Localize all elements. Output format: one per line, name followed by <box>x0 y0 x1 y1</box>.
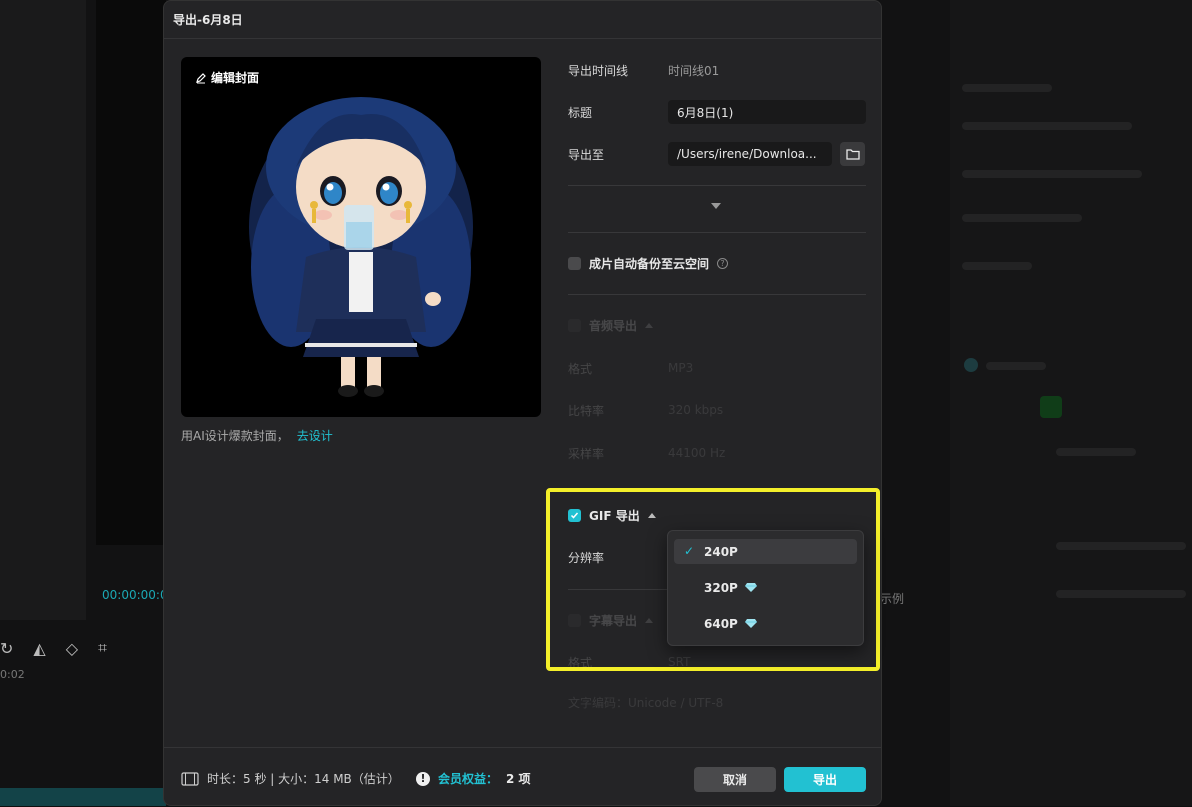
audio-sample-row: 采样率 44100 Hz <box>568 444 866 462</box>
pencil-icon <box>195 72 207 84</box>
audio-export-header: 音频导出 <box>568 317 866 333</box>
caret-up-icon <box>645 323 653 328</box>
edit-cover-button[interactable]: 编辑封面 <box>195 69 259 86</box>
panel-placeholder <box>962 84 1052 92</box>
folder-button[interactable] <box>840 142 865 166</box>
audio-format-value[interactable]: MP3 <box>668 361 693 375</box>
cover-preview[interactable]: 编辑封面 <box>181 57 541 417</box>
timeline-ruler-label: 0:02 <box>0 668 25 681</box>
timeline-value: 时间线01 <box>668 62 719 79</box>
alert-icon: ! <box>416 772 430 786</box>
audio-format-label: 格式 <box>568 360 668 377</box>
member-label: 会员权益： <box>438 770 498 787</box>
properties-panel <box>950 0 1192 806</box>
timeline-label: 导出时间线 <box>568 62 668 79</box>
example-label: 示例 <box>880 590 904 607</box>
subtitle-encoding-value: 文字编码：Unicode / UTF-8 <box>568 694 723 711</box>
resolution-dropdown: ✓ 240P 320P 640P <box>667 530 864 646</box>
transform-icon[interactable]: ◇ <box>66 639 78 658</box>
export-button[interactable]: 导出 <box>784 767 866 792</box>
divider <box>568 185 866 186</box>
dialog-title: 导出-6月8日 <box>164 1 881 39</box>
color-swatch <box>1040 396 1062 418</box>
slider-placeholder <box>1056 542 1186 550</box>
resolution-option-320p[interactable]: 320P <box>674 575 857 600</box>
title-label: 标题 <box>568 104 668 121</box>
timeline-toolbar: ↻ ◭ ◇ ⌗ <box>0 630 166 666</box>
audio-bitrate-row: 比特率 320 kbps <box>568 401 866 419</box>
check-icon: ✓ <box>684 544 694 558</box>
film-icon <box>181 772 199 786</box>
media-panel <box>0 0 86 620</box>
member-count: 2 项 <box>506 770 531 787</box>
timeline-row: 导出时间线 时间线01 <box>568 61 866 79</box>
audio-bitrate-value[interactable]: 320 kbps <box>668 403 723 417</box>
divider <box>568 294 866 295</box>
cancel-button[interactable]: 取消 <box>694 767 776 792</box>
export-to-label: 导出至 <box>568 146 668 163</box>
expand-more-button[interactable] <box>711 203 721 209</box>
panel-placeholder <box>962 214 1082 222</box>
export-path-input[interactable]: /Users/irene/Downloa... <box>668 142 832 166</box>
audio-sample-value[interactable]: 44100 Hz <box>668 446 725 460</box>
panel-placeholder <box>962 170 1142 178</box>
chevron-down-icon <box>711 203 721 209</box>
timecode: 00:00:00:0 <box>102 588 168 602</box>
export-info: 时长：5 秒 | 大小：14 MB（估计） <box>181 770 400 787</box>
mirror-icon[interactable]: ◭ <box>33 639 45 658</box>
panel-placeholder <box>962 122 1132 130</box>
help-icon[interactable]: ? <box>717 258 728 269</box>
resolution-option-240p[interactable]: ✓ 240P <box>674 539 857 564</box>
audio-sample-label: 采样率 <box>568 445 668 462</box>
diamond-icon <box>744 618 758 629</box>
option-label: 320P <box>704 581 738 595</box>
option-label: 240P <box>704 545 738 559</box>
cloud-backup-label: 成片自动备份至云空间 <box>589 255 709 272</box>
cloud-backup-row: 成片自动备份至云空间 ? <box>568 255 866 271</box>
duration-size-text: 时长：5 秒 | 大小：14 MB（估计） <box>207 770 400 787</box>
audio-format-row: 格式 MP3 <box>568 359 866 377</box>
ai-hint-text: 用AI设计爆款封面， <box>181 429 289 443</box>
rotate-icon[interactable]: ↻ <box>0 639 13 658</box>
diamond-icon <box>744 582 758 593</box>
audio-export-title: 音频导出 <box>589 317 637 334</box>
preview-strip <box>96 0 166 545</box>
audio-export-checkbox[interactable] <box>568 319 581 332</box>
member-benefits[interactable]: ! 会员权益： 2 项 <box>416 770 531 787</box>
cover-character-image <box>181 57 541 417</box>
resolution-option-640p[interactable]: 640P <box>674 611 857 636</box>
panel-placeholder <box>986 362 1046 370</box>
ai-cover-hint: 用AI设计爆款封面， 去设计 <box>181 427 333 444</box>
cloud-backup-checkbox[interactable] <box>568 257 581 270</box>
audio-bitrate-label: 比特率 <box>568 402 668 419</box>
export-to-row: 导出至 /Users/irene/Downloa... <box>568 142 866 166</box>
go-design-link[interactable]: 去设计 <box>297 429 333 443</box>
timeline-track <box>0 788 166 806</box>
panel-placeholder <box>962 262 1032 270</box>
export-dialog: 导出-6月8日 <box>163 0 882 806</box>
title-row: 标题 6月8日(1) <box>568 100 866 124</box>
folder-icon <box>846 148 860 160</box>
edit-cover-label: 编辑封面 <box>211 69 259 86</box>
divider <box>568 232 866 233</box>
slider-placeholder <box>1056 448 1136 456</box>
toggle-dot <box>964 358 978 372</box>
dialog-footer: 时长：5 秒 | 大小：14 MB（估计） ! 会员权益： 2 项 取消 导出 <box>164 747 881 807</box>
title-input[interactable]: 6月8日(1) <box>668 100 866 124</box>
crop-icon[interactable]: ⌗ <box>98 638 107 658</box>
option-label: 640P <box>704 617 738 631</box>
slider-placeholder <box>1056 590 1186 598</box>
subtitle-encoding-row: 文字编码：Unicode / UTF-8 <box>568 693 866 711</box>
